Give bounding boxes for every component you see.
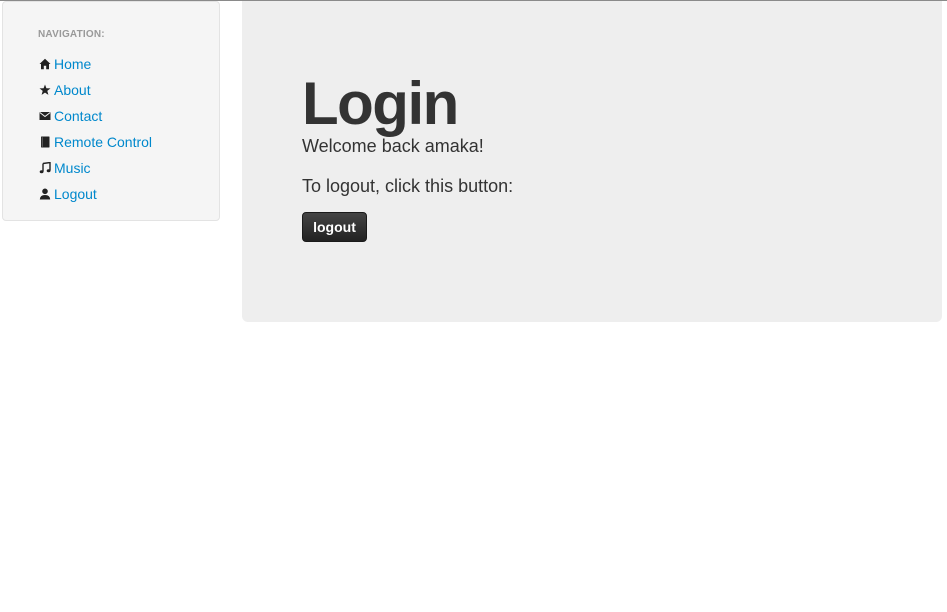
nav-header: NAVIGATION: [38, 29, 105, 40]
logout-instruction: To logout, click this button: [302, 176, 514, 196]
sidebar-item-logout[interactable]: Logout [38, 181, 152, 207]
envelope-icon [38, 110, 51, 123]
sidebar-item-remote-control[interactable]: Remote Control [38, 129, 152, 155]
sidebar-nav: NAVIGATION: Home About Contact Remote Co… [2, 1, 220, 221]
nav-list: Home About Contact Remote Control Music [38, 51, 152, 207]
user-icon [38, 188, 51, 201]
sidebar-item-label: About [54, 82, 91, 98]
sidebar-item-music[interactable]: Music [38, 155, 152, 181]
sidebar-item-label: Logout [54, 186, 97, 202]
sidebar-item-label: Music [54, 160, 91, 176]
logout-button[interactable]: logout [302, 212, 367, 242]
home-icon [38, 58, 51, 71]
welcome-message: Welcome back amaka! [302, 136, 484, 156]
page-title: Login [302, 70, 459, 137]
sidebar-item-label: Contact [54, 108, 103, 124]
hero-panel: Login Welcome back amaka! To logout, cli… [242, 1, 942, 322]
sidebar-item-home[interactable]: Home [38, 51, 152, 77]
book-icon [38, 136, 51, 149]
music-note-icon [38, 162, 51, 175]
star-icon [38, 84, 51, 97]
sidebar-item-about[interactable]: About [38, 77, 152, 103]
sidebar-item-label: Remote Control [54, 134, 153, 150]
sidebar-item-label: Home [54, 56, 92, 72]
sidebar-item-contact[interactable]: Contact [38, 103, 152, 129]
